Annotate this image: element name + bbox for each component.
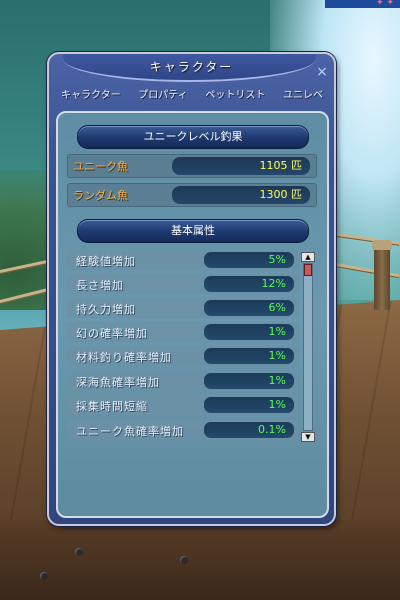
unique-level-header: ユニークレベル釣果 <box>77 125 309 149</box>
dock-rivet <box>180 556 188 564</box>
dock-rivet <box>40 572 48 580</box>
attribute-label: 経験値増加 <box>76 255 136 268</box>
attribute-row: 幻の確率増加 1% <box>67 322 299 342</box>
tab-character[interactable]: キャラクター <box>57 86 125 104</box>
close-icon[interactable]: × <box>314 64 330 80</box>
attribute-label: 幻の確率増加 <box>76 327 148 340</box>
tab-pet-list[interactable]: ペットリスト <box>201 86 269 104</box>
unique-fish-row: ユニーク魚 1105 匹 <box>67 154 317 178</box>
attribute-value: 1% <box>204 348 294 364</box>
attribute-value: 1% <box>204 324 294 340</box>
attribute-label: 深海魚確率増加 <box>76 376 160 389</box>
attribute-label: 材料釣り確率増加 <box>76 351 172 364</box>
dock-rivet <box>75 548 83 556</box>
attribute-label: ユニーク魚確率増加 <box>76 425 184 438</box>
attribute-label: 長さ増加 <box>76 279 124 292</box>
attribute-label: 採集時間短縮 <box>76 400 148 413</box>
tab-property[interactable]: プロパティ <box>134 86 191 104</box>
attribute-label: 持久力増加 <box>76 303 136 316</box>
attribute-row: 採集時間短縮 1% <box>67 395 299 415</box>
top-corner-decoration: ✦ ✦ <box>325 0 400 8</box>
attribute-value: 1% <box>204 373 294 389</box>
dock-post <box>374 245 390 310</box>
attribute-value: 6% <box>204 300 294 316</box>
attribute-value: 1% <box>204 397 294 413</box>
attribute-row: 持久力増加 6% <box>67 298 299 318</box>
attribute-row: ユニーク魚確率増加 0.1% <box>67 420 299 440</box>
attribute-row: 経験値増加 5% <box>67 250 299 270</box>
unique-fish-label: ユニーク魚 <box>73 160 128 173</box>
tab-bar: キャラクター プロパティ ペットリスト ユニレベ <box>57 86 327 104</box>
attribute-list: 経験値増加 5% 長さ増加 12% 持久力増加 6% 幻の確率増加 1% 材料釣… <box>67 250 299 446</box>
tab-unique-level[interactable]: ユニレベ <box>279 86 327 104</box>
dock-post-cap <box>372 240 392 250</box>
window-title: キャラクター <box>149 60 234 74</box>
scroll-up-icon[interactable]: ▲ <box>301 252 315 262</box>
attribute-value: 0.1% <box>204 422 294 438</box>
random-fish-value: 1300 匹 <box>172 186 310 204</box>
attribute-scrollbar[interactable]: ▲ ▼ <box>301 252 315 442</box>
scroll-down-icon[interactable]: ▼ <box>301 432 315 442</box>
attribute-value: 5% <box>204 252 294 268</box>
dock-edge <box>0 520 400 600</box>
unique-fish-value: 1105 匹 <box>172 157 310 175</box>
scroll-track[interactable] <box>303 263 313 431</box>
attribute-value: 12% <box>204 276 294 292</box>
attribute-row: 深海魚確率増加 1% <box>67 371 299 391</box>
attribute-row: 材料釣り確率増加 1% <box>67 346 299 366</box>
basic-attributes-header: 基本属性 <box>77 219 309 243</box>
attribute-row: 長さ増加 12% <box>67 274 299 294</box>
random-fish-label: ランダム魚 <box>73 189 128 202</box>
random-fish-row: ランダム魚 1300 匹 <box>67 183 317 207</box>
scroll-thumb[interactable] <box>304 264 312 276</box>
